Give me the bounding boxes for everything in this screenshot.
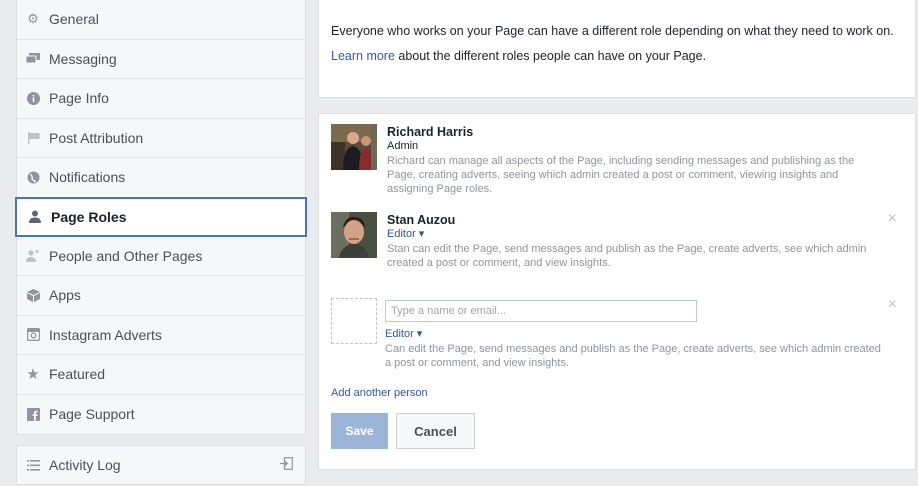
sidebar-item-label: Notifications [49,169,126,186]
settings-sidebar: ⚙ General Messaging Page Info Post Attri… [15,0,307,485]
sidebar-item-label: People and Other Pages [49,247,203,264]
star-icon: ★ [26,366,40,384]
sidebar-item-page-info[interactable]: Page Info [17,79,305,119]
flag-icon [26,131,40,145]
roles-card: Richard Harris Admin Richard can manage … [318,113,916,470]
camera-icon [26,328,40,342]
new-person-info: Editor ▾ Can edit the Page, send message… [385,298,903,381]
sidebar-item-notifications[interactable]: Notifications [17,158,305,198]
name-or-email-input[interactable] [385,300,697,322]
intro-card: Everyone who works on your Page can have… [318,0,916,98]
sidebar-item-label: Post Attribution [49,129,144,146]
sidebar-item-general[interactable]: ⚙ General [17,0,305,40]
chat-icon [26,52,40,66]
sidebar-item-label: Page Support [49,406,135,423]
facebook-icon [26,407,40,421]
avatar-placeholder [331,298,377,344]
person-row: Stan Auzou Editor ▾ Stan can edit the Pa… [331,211,903,298]
sidebar-item-label: Messaging [49,50,117,67]
cube-icon [26,288,40,302]
globe-icon [26,170,40,184]
sidebar-item-page-support[interactable]: Page Support [17,395,305,435]
sidebar-item-activity-log[interactable]: Activity Log [17,446,305,484]
gear-icon: ⚙ [27,11,39,27]
export-icon[interactable] [280,457,293,473]
sidebar-item-instagram-adverts[interactable]: Instagram Adverts [17,316,305,355]
save-button[interactable]: Save [331,413,388,449]
sidebar-item-label: Activity Log [49,457,121,473]
remove-person-icon[interactable]: × [888,297,897,313]
existing-roles-section: Richard Harris Admin Richard can manage … [318,113,916,470]
sidebar-item-page-roles[interactable]: Page Roles [15,196,307,237]
sidebar-item-post-attribution[interactable]: Post Attribution [17,119,305,158]
form-actions: Save Cancel [331,413,903,449]
person-icon [28,210,42,224]
sidebar-item-label: Page Info [49,90,109,107]
cancel-button[interactable]: Cancel [396,413,475,449]
activity-log-section: Activity Log [16,445,306,485]
add-another-person-link[interactable]: Add another person [331,387,428,399]
people-icon [26,249,40,263]
remove-person-icon[interactable]: × [888,211,897,227]
sidebar-item-label: Apps [49,287,81,304]
settings-nav: ⚙ General Messaging Page Info Post Attri… [15,0,307,435]
role-dropdown[interactable]: Editor ▾ [385,328,885,341]
learn-more-text: about the different roles people can hav… [394,49,707,63]
sidebar-item-label: Page Roles [51,208,127,225]
person-role-description: Richard can manage all aspects of the Pa… [387,155,855,195]
sidebar-item-featured[interactable]: ★ Featured [17,355,305,395]
person-role-description: Stan can edit the Page, send messages an… [387,243,867,269]
new-person-row: Editor ▾ Can edit the Page, send message… [331,297,903,381]
person-info: Stan Auzou Editor ▾ Stan can edit the Pa… [387,212,903,298]
learn-more-link[interactable]: Learn more [331,49,395,63]
sidebar-item-label: Instagram Adverts [49,326,162,343]
role-description: Can edit the Page, send messages and pub… [385,343,881,369]
sidebar-item-apps[interactable]: Apps [17,276,305,316]
person-name[interactable]: Stan Auzou [387,213,885,228]
sidebar-item-label: Featured [49,366,106,383]
person-role: Admin [387,140,419,152]
avatar[interactable] [331,212,377,258]
page-roles-content: Everyone who works on your Page can have… [318,0,916,98]
sidebar-item-messaging[interactable]: Messaging [17,40,305,79]
person-row: Richard Harris Admin Richard can manage … [331,124,903,212]
person-info: Richard Harris Admin Richard can manage … [387,124,903,212]
info-icon [26,91,40,105]
sidebar-item-people-and-other-pages[interactable]: People and Other Pages [17,237,305,276]
role-dropdown[interactable]: Editor ▾ [387,228,885,241]
intro-text: Everyone who works on your Page can have… [331,24,894,38]
list-icon [26,458,40,472]
learn-more-line: Learn more about the different roles peo… [331,48,903,64]
avatar[interactable] [331,124,377,170]
sidebar-item-label: General [49,11,99,28]
person-name[interactable]: Richard Harris [387,125,885,140]
